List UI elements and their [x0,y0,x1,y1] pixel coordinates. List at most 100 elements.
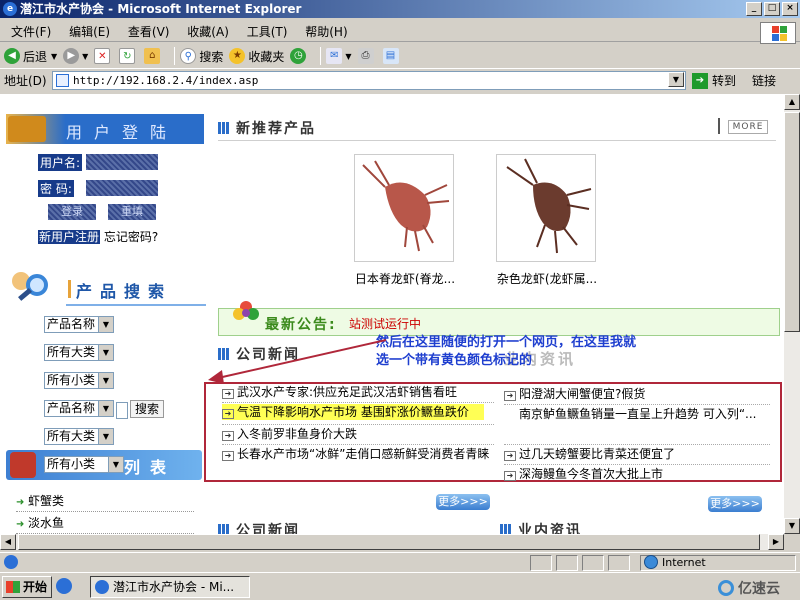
back-arrow-icon: ◀ [4,48,20,64]
menu-favorites[interactable]: 收藏(A) [180,20,236,43]
news-item[interactable]: ➜ 过几天螃蟹要比青菜还便宜了 [504,446,770,462]
menu-tools[interactable]: 工具(T) [240,20,295,43]
star-icon: ★ [229,48,246,64]
scroll-right-arrow-icon[interactable]: ▶ [768,534,784,550]
product-caption-2[interactable]: 杂色龙虾(龙虾属... [482,270,612,287]
back-button[interactable]: ◀ 后退 ▼ [4,48,57,65]
taskbar-window-label: 潜江市水产协会 - Mi... [113,580,235,594]
close-button[interactable]: × [782,2,798,16]
notice-marquee-text[interactable]: 站测试运行中 [349,315,421,332]
favorites-label: 收藏夹 [248,49,285,64]
login-badge-icon [8,116,46,142]
password-label: 密 码: [38,180,74,197]
arrow-right-icon: ➜ [222,389,234,399]
scroll-down-arrow-icon[interactable]: ▼ [784,518,800,534]
go-arrow-icon: ➔ [692,72,708,89]
stop-button[interactable]: ✕ [94,48,113,64]
forward-button[interactable]: ▶ ▼ [63,48,88,64]
section-bullet-icon [218,122,230,134]
minimize-button[interactable]: _ [746,2,762,16]
login-button[interactable]: 登录 [48,204,96,220]
taskbar-window-button[interactable]: 潜江市水产协会 - Mi... [90,576,250,598]
news-item[interactable]: ➜ 武汉水产专家:供应充足武汉活虾销售看旺 [222,384,494,400]
news-item[interactable]: ➜ 长春水产市场“冰鲜”走俏口感新鲜受消费者青睐 [222,446,494,462]
go-button[interactable]: ➔ 转到 [692,72,736,89]
more-link[interactable]: MORE [728,120,768,134]
ie-quicklaunch-icon[interactable] [56,578,72,594]
search-submit-button[interactable]: 搜索 [130,400,164,418]
chevron-down-icon: ▼ [108,457,123,472]
arrow-right-icon: ➜ [222,409,234,419]
favorites-button[interactable]: ★ 收藏夹 [229,48,284,65]
home-button[interactable]: ⌂ [144,48,163,64]
status-cell [556,555,578,571]
category-item[interactable]: ➜ 虾蟹类 [16,492,194,512]
chevron-down-icon[interactable]: ▼ [82,52,88,61]
arrow-right-icon: ➜ [504,471,516,481]
chevron-down-icon: ▼ [98,345,113,360]
chevron-down-icon[interactable]: ▼ [51,52,57,61]
industry-news-heading-2: 业内资讯 [500,520,582,534]
product-name-select-2[interactable]: 产品名称 ▼ [44,400,114,417]
keyword-input[interactable] [116,402,128,419]
company-news-more-button[interactable]: 更多>>> [436,494,490,510]
horizontal-scrollbar[interactable]: ◀ ▶ [0,534,784,550]
menu-edit[interactable]: 编辑(E) [62,20,117,43]
news-item[interactable]: 南京鲈鱼鳜鱼销量一直呈上升趋势 可入列“... [504,406,770,422]
product-name-select[interactable]: 产品名称 ▼ [44,316,114,333]
refresh-button[interactable]: ↻ [119,48,138,64]
chevron-down-icon[interactable]: ▼ [345,52,351,61]
status-cell [608,555,630,571]
password-field[interactable] [86,180,158,196]
scroll-up-arrow-icon[interactable]: ▲ [784,94,800,110]
forgot-password-link[interactable]: 忘记密码? [104,230,158,244]
start-button[interactable]: 开始 [2,576,52,598]
menu-bar: 文件(F) 编辑(E) 查看(V) 收藏(A) 工具(T) 帮助(H) [0,20,800,42]
url-dropdown-button[interactable]: ▼ [668,72,684,87]
product-image-2[interactable] [496,154,596,262]
mail-button[interactable]: ✉ ▼ [326,48,352,64]
print-button[interactable]: ⎙ [357,48,377,64]
register-row: 新用户注册 忘记密码? [38,228,158,245]
arrow-right-icon: ➜ [222,451,234,461]
magnifier-icon [8,272,50,306]
menu-file[interactable]: 文件(F) [4,20,58,43]
links-button[interactable]: 链接 [752,72,776,89]
news-item[interactable]: ➜ 入冬前罗非鱼身价大跌 [222,426,494,442]
product-image-1[interactable] [354,154,454,262]
chevron-down-icon: ▼ [98,429,113,444]
scroll-left-arrow-icon[interactable]: ◀ [0,534,16,550]
category-item[interactable]: ➜ 淡水鱼 [16,514,194,534]
horizontal-scroll-thumb[interactable] [18,534,760,550]
minor-category-select-2[interactable]: 所有小类 ▼ [44,456,124,473]
major-category-select-2[interactable]: 所有大类 ▼ [44,428,114,445]
vertical-scrollbar[interactable]: ▲ ▼ [784,94,800,534]
maximize-button[interactable]: □ [764,2,780,16]
search-button[interactable]: ⚲ 搜索 [180,48,223,65]
left-sidebar: 用户登陆 用户名: 密 码: 登录 重填 新用户注册 忘记密码? 产品搜索 产品… [0,94,212,534]
status-cell [530,555,552,571]
menu-view[interactable]: 查看(V) [121,20,177,43]
status-bar: Internet [0,552,800,572]
edit-button[interactable]: ▤ [382,48,402,64]
scroll-corner [784,534,800,550]
chevron-down-icon: ▼ [98,317,113,332]
username-field[interactable] [86,154,158,170]
minor-category-select[interactable]: 所有小类 ▼ [44,372,114,389]
menu-help[interactable]: 帮助(H) [298,20,354,43]
register-link[interactable]: 新用户注册 [38,230,101,244]
industry-news-more-button[interactable]: 更多>>> [708,496,762,512]
reset-button[interactable]: 重填 [108,204,156,220]
news-item[interactable]: ➜ 阳澄湖大闸蟹便宜?假货 [504,386,770,402]
news-item[interactable]: ➜ 深海鳗鱼今冬首次大批上市 [504,466,770,482]
product-caption-1[interactable]: 日本脊龙虾(脊龙... [340,270,470,287]
title-bar: e 潜江市水产协会 - Microsoft Internet Explorer … [0,0,800,18]
vertical-scroll-thumb[interactable] [784,112,800,332]
news-item-highlighted[interactable]: ➜ 气温下降影响水产市场 基围虾涨价鳜鱼跌价 [222,404,484,420]
start-label: 开始 [23,580,48,594]
url-input[interactable]: http://192.168.2.4/index.asp [52,71,686,90]
major-category-select[interactable]: 所有大类 ▼ [44,344,114,361]
history-button[interactable]: ◷ [290,48,309,64]
divider [222,424,494,425]
divider [222,444,494,445]
